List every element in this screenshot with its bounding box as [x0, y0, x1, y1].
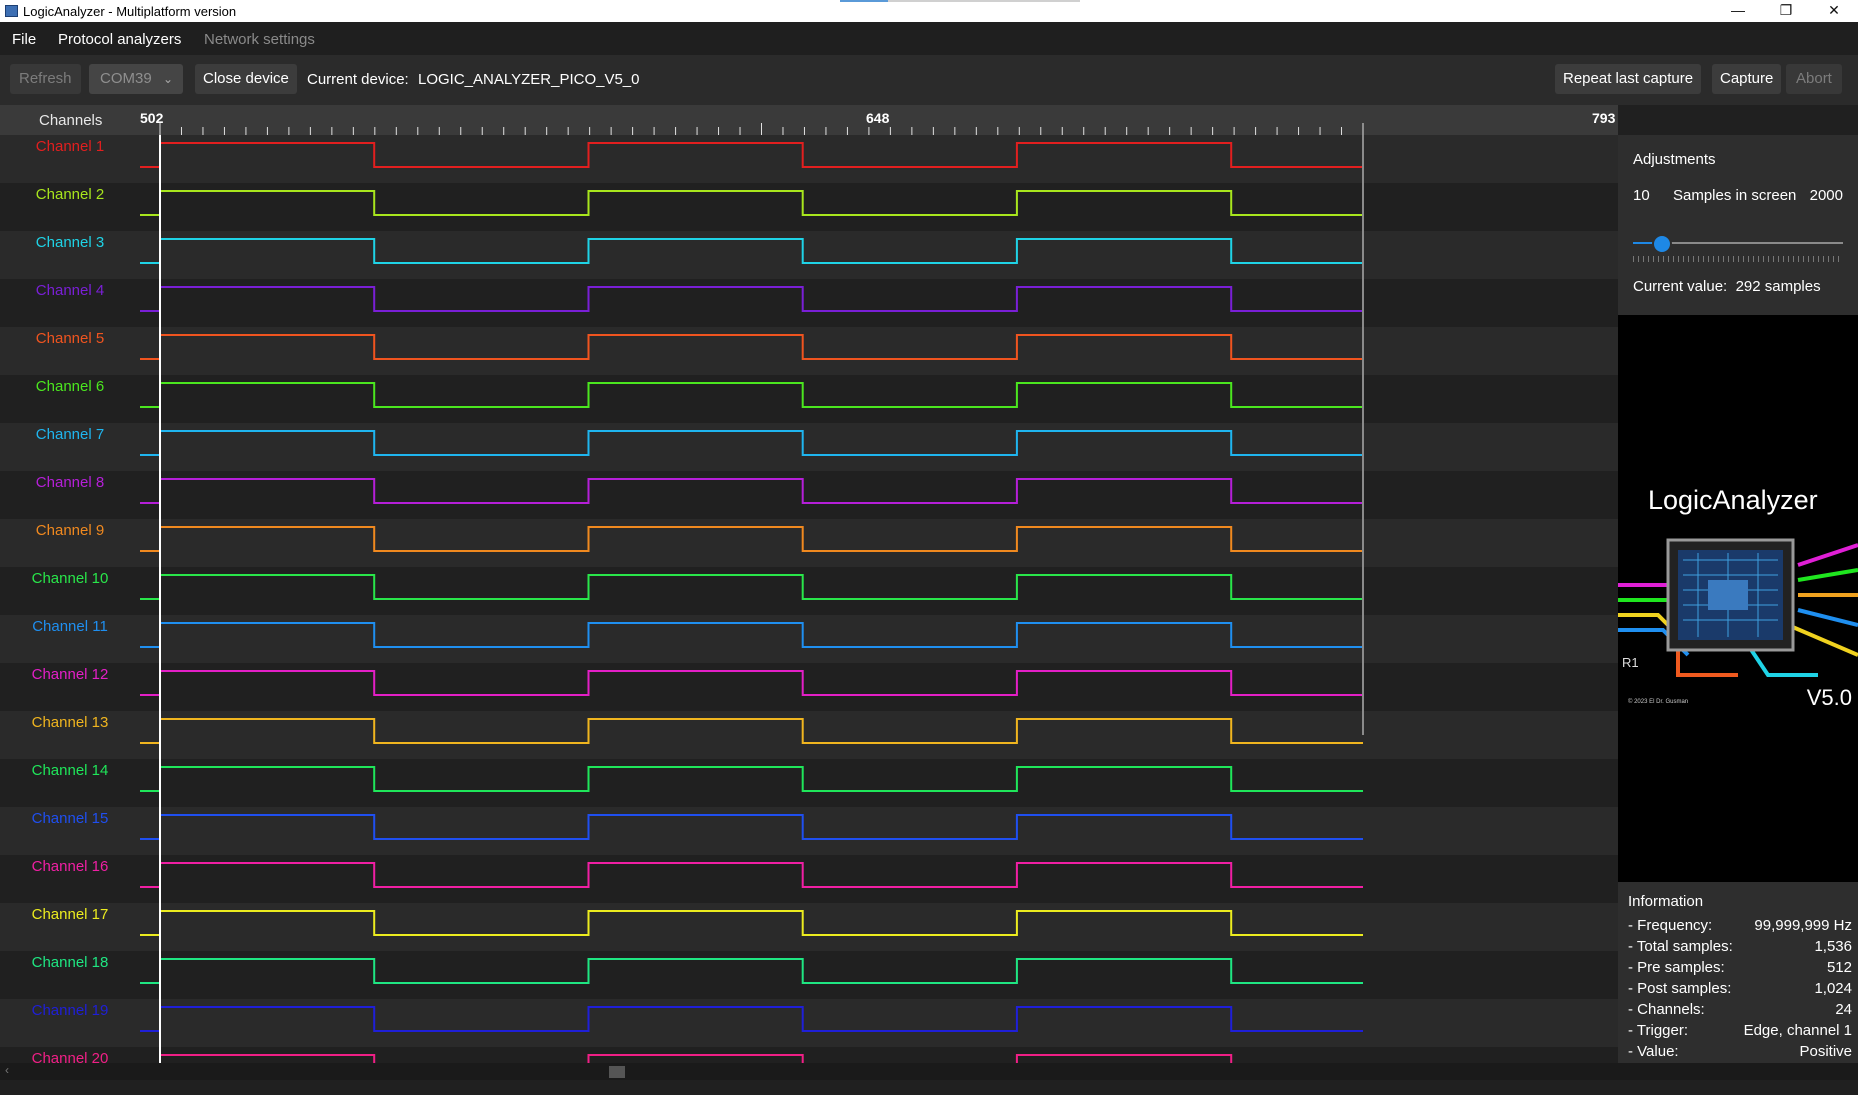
logo-panel: LogicAnalyzer R1 © 2023 El Dr. Gusman V5…	[1618, 315, 1858, 882]
menu-file[interactable]: File	[12, 31, 36, 48]
samples-slider-thumb[interactable]	[1652, 234, 1673, 254]
adjustments-title: Adjustments	[1633, 151, 1716, 168]
info-key: - Post samples:	[1628, 980, 1732, 997]
title-bar: LogicAnalyzer - Multiplatform version — …	[0, 0, 1858, 22]
menu-protocol-analyzers[interactable]: Protocol analyzers	[58, 31, 181, 48]
waveform-view[interactable]	[140, 135, 1618, 1063]
channel-name[interactable]: Channel 16	[0, 858, 140, 875]
channel-name[interactable]: Channel 13	[0, 714, 140, 731]
info-row-value: - Value: Positive	[1628, 1043, 1852, 1064]
scroll-left-icon[interactable]: ‹	[5, 1063, 9, 1077]
info-row-total-samples: - Total samples: 1,536	[1628, 938, 1852, 959]
info-row-channels: - Channels: 24	[1628, 1001, 1852, 1022]
logo-copyright: © 2023 El Dr. Gusman	[1628, 699, 1689, 705]
channel-name[interactable]: Channel 19	[0, 1002, 140, 1019]
close-device-button[interactable]: Close device	[195, 64, 297, 94]
title-bar-accent	[840, 0, 888, 2]
port-select[interactable]: COM39 ⌄	[89, 64, 183, 94]
channel-name[interactable]: Channel 2	[0, 186, 140, 203]
restore-button[interactable]: ❐	[1762, 0, 1810, 22]
channel-name[interactable]: Channel 7	[0, 426, 140, 443]
channel-name[interactable]: Channel 9	[0, 522, 140, 539]
info-value: 99,999,999 Hz	[1754, 917, 1852, 934]
logo-image	[1618, 315, 1858, 882]
info-key: - Channels:	[1628, 1001, 1705, 1018]
ruler-ticks	[159, 123, 1364, 135]
ruler-label-end: 793	[1592, 110, 1616, 126]
channel-name[interactable]: Channel 18	[0, 954, 140, 971]
info-value: Edge, channel 1	[1743, 1022, 1852, 1039]
channel-name[interactable]: Channel 4	[0, 282, 140, 299]
current-device-label: Current device:	[307, 71, 409, 88]
samples-min: 10	[1633, 187, 1650, 204]
channel-name[interactable]: Channel 11	[0, 618, 140, 635]
waveform-canvas[interactable]	[140, 135, 1618, 1063]
current-device-value: LOGIC_ANALYZER_PICO_V5_0	[418, 71, 640, 88]
ruler-label-start: 502	[140, 110, 164, 126]
channels-header: Channels	[39, 112, 103, 129]
channel-name[interactable]: Channel 17	[0, 906, 140, 923]
info-value: 1,024	[1814, 980, 1852, 997]
samples-max: 2000	[1809, 187, 1843, 204]
channel-name[interactable]: Channel 15	[0, 810, 140, 827]
repeat-last-capture-button[interactable]: Repeat last capture	[1555, 64, 1702, 94]
information-panel: Information - Frequency: 99,999,999 Hz -…	[1618, 882, 1858, 1063]
channel-name[interactable]: Channel 8	[0, 474, 140, 491]
app-icon	[5, 5, 18, 17]
info-key: - Pre samples:	[1628, 959, 1725, 976]
info-value: 512	[1826, 959, 1852, 976]
title-bar-accent-track	[888, 0, 1080, 2]
refresh-button[interactable]: Refresh	[10, 64, 81, 94]
info-key: - Trigger:	[1628, 1022, 1689, 1039]
current-value-text: 292 samples	[1735, 278, 1821, 295]
ruler-label-mid: 648	[866, 110, 890, 126]
channel-name[interactable]: Channel 12	[0, 666, 140, 683]
capture-button[interactable]: Capture	[1712, 64, 1782, 94]
info-value: 1,536	[1814, 938, 1852, 955]
logo-title: LogicAnalyzer	[1648, 485, 1818, 515]
samples-slider-ticks	[1633, 256, 1843, 262]
info-value: 24	[1835, 1001, 1852, 1018]
close-window-button[interactable]: ✕	[1810, 0, 1858, 22]
logo-version: V5.0	[1806, 685, 1852, 710]
window-title: LogicAnalyzer - Multiplatform version	[23, 4, 237, 19]
current-value-label: Current value:	[1633, 278, 1728, 295]
menu-network-settings[interactable]: Network settings	[204, 31, 315, 48]
info-key: - Value:	[1628, 1043, 1679, 1060]
channel-name[interactable]: Channel 10	[0, 570, 140, 587]
info-value: Positive	[1799, 1043, 1852, 1060]
channel-name[interactable]: Channel 6	[0, 378, 140, 395]
chevron-down-icon: ⌄	[162, 72, 173, 86]
adjustments-panel: Adjustments 10 Samples in screen 2000 Cu…	[1618, 135, 1858, 315]
channel-list: Channel 1 Channel 2 Channel 3 Channel 4 Chan…	[0, 135, 140, 1095]
info-key: - Total samples:	[1628, 938, 1733, 955]
samples-in-screen-label: Samples in screen	[1673, 187, 1797, 204]
logo-silkscreen: R1	[1622, 655, 1639, 670]
channel-name[interactable]: Channel 5	[0, 330, 140, 347]
minimize-button[interactable]: —	[1714, 0, 1762, 22]
toolbar: Refresh COM39 ⌄ Close device Current dev…	[0, 55, 1858, 105]
sample-ruler: Channels 502 648 793	[0, 105, 1618, 135]
current-value: Current value: 292 samples	[1633, 278, 1821, 295]
port-select-value: COM39	[100, 70, 152, 87]
channel-name[interactable]: Channel 1	[0, 138, 140, 155]
abort-button[interactable]: Abort	[1786, 64, 1842, 94]
channel-name[interactable]: Channel 3	[0, 234, 140, 251]
info-row-post-samples: - Post samples: 1,024	[1628, 980, 1852, 1001]
info-row-pre-samples: - Pre samples: 512	[1628, 959, 1852, 980]
info-key: - Frequency:	[1628, 917, 1713, 934]
horizontal-scrollbar[interactable]: ‹	[0, 1063, 1858, 1080]
info-row-trigger: - Trigger: Edge, channel 1	[1628, 1022, 1852, 1043]
scrollbar-thumb[interactable]	[609, 1066, 625, 1078]
info-row-frequency: - Frequency: 99,999,999 Hz	[1628, 917, 1852, 938]
information-title: Information	[1628, 893, 1704, 910]
menu-bar: File Protocol analyzers Network settings	[0, 22, 1858, 55]
channel-name[interactable]: Channel 14	[0, 762, 140, 779]
